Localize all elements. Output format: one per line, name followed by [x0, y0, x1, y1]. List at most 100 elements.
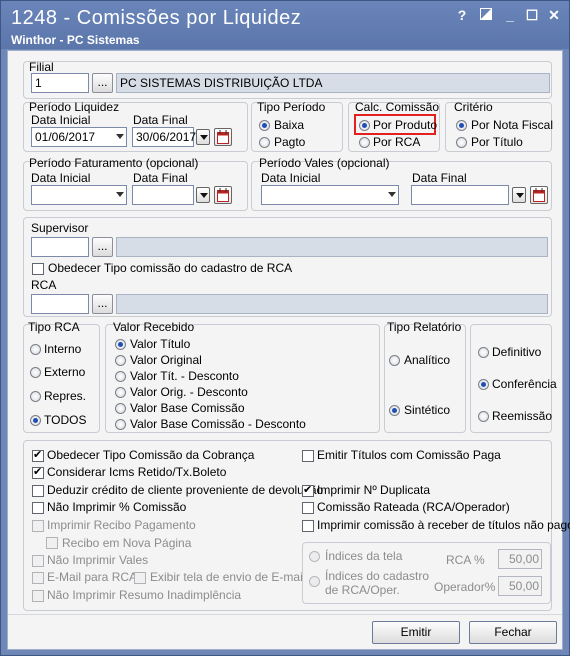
indices-cadastro-label: Índices do cadastro	[325, 569, 430, 583]
calendar-icon	[217, 188, 229, 202]
modo-group: Definitivo Conferência Reemissão	[470, 324, 557, 433]
maximize-button[interactable]: ☐	[523, 7, 541, 24]
radio-reemissao[interactable]	[478, 411, 489, 422]
criterio-label: Critério	[454, 100, 493, 114]
calc-comissao-label: Calc. Comissão	[355, 100, 440, 114]
periodo-liquidez-label: Período Liquidez	[29, 100, 120, 114]
radio-sintetico[interactable]	[389, 405, 400, 416]
radio-indices-cadastro[interactable]	[309, 576, 320, 587]
valor-orig-desconto-label: Valor Orig. - Desconto	[130, 385, 248, 399]
liquidez-final-input[interactable]: 30/06/2017	[132, 127, 196, 147]
imprimir-recibo-checkbox[interactable]	[32, 520, 44, 532]
radio-externo[interactable]	[30, 367, 41, 378]
rca-name-field	[116, 294, 548, 314]
sintetico-label: Sintético	[404, 403, 451, 417]
nao-imprimir-comissao-checkbox[interactable]	[32, 502, 44, 514]
tipo-rca-label: Tipo RCA	[28, 320, 80, 334]
supervisor-code-input[interactable]	[31, 237, 89, 257]
chevron-down-icon	[388, 192, 396, 197]
calendar-button[interactable]	[530, 186, 548, 204]
rca-percent-input[interactable]: 50,00	[498, 549, 542, 569]
radio-por-titulo[interactable]	[456, 137, 467, 148]
valor-tit-desconto-label: Valor Tít. - Desconto	[130, 369, 239, 383]
radio-valor-original[interactable]	[115, 355, 126, 366]
supervisor-group: Supervisor ... Obedecer Tipo comissão do…	[23, 217, 552, 317]
email-rca-checkbox[interactable]	[32, 572, 44, 584]
rca-percent-value: 50,00	[509, 552, 540, 566]
radio-analitico[interactable]	[389, 355, 400, 366]
reemissao-label: Reemissão	[492, 409, 553, 423]
supervisor-name-field	[116, 237, 548, 257]
radio-por-nota-fiscal[interactable]	[456, 120, 467, 131]
email-rca-label: E-Mail para RCA	[47, 570, 138, 584]
filial-browse-button[interactable]: ...	[92, 73, 113, 93]
emitir-button[interactable]: Emitir	[372, 621, 460, 644]
radio-interno[interactable]	[30, 344, 41, 355]
liquidez-inicial-input[interactable]: 01/06/2017	[31, 127, 127, 147]
chevron-down-icon	[116, 192, 124, 197]
exibir-tela-email-checkbox[interactable]	[134, 572, 146, 584]
radio-valor-base-comissao[interactable]	[115, 403, 126, 414]
minimize-button[interactable]: _	[501, 7, 519, 23]
emitir-titulos-checkbox[interactable]	[302, 450, 314, 462]
close-button[interactable]: ✕	[545, 7, 563, 24]
rca-browse-button[interactable]: ...	[92, 294, 113, 314]
comissao-rateada-checkbox[interactable]	[302, 502, 314, 514]
obedecer-tipo-rca-checkbox[interactable]	[32, 263, 44, 275]
repres-label: Repres.	[44, 389, 87, 403]
faturamento-final-input[interactable]	[132, 185, 194, 205]
help-button[interactable]: ?	[453, 7, 471, 23]
radio-valor-orig-desconto[interactable]	[115, 387, 126, 398]
imprimir-duplicata-checkbox[interactable]	[302, 483, 314, 497]
conferencia-label: Conferência	[492, 377, 557, 391]
valor-base-comissao-desconto-label: Valor Base Comissão - Desconto	[130, 417, 306, 431]
vales-inicial-input[interactable]	[261, 185, 399, 205]
nao-imprimir-resumo-checkbox[interactable]	[32, 590, 44, 602]
por-rca-label: Por RCA	[373, 135, 421, 149]
emitir-titulos-label: Emitir Títulos com Comissão Paga	[317, 448, 501, 462]
radio-por-produto[interactable]	[359, 120, 370, 131]
radio-valor-base-comissao-desconto[interactable]	[115, 419, 126, 430]
radio-repres[interactable]	[30, 391, 41, 402]
radio-por-rca[interactable]	[359, 137, 370, 148]
radio-baixa[interactable]	[259, 120, 270, 131]
faturamento-inicial-input[interactable]	[31, 185, 127, 205]
obedecer-tipo-comissao-checkbox[interactable]	[32, 448, 44, 462]
filial-code-input[interactable]: 1	[31, 73, 89, 93]
faturamento-final-dropdown[interactable]	[196, 187, 210, 203]
radio-valor-tit-desconto[interactable]	[115, 371, 126, 382]
filial-label: Filial	[29, 60, 54, 74]
filial-name-field: PC SISTEMAS DISTRIBUIÇÃO LTDA	[116, 73, 550, 93]
criterio-group: Critério Por Nota Fiscal Por Título	[445, 100, 554, 152]
faturamento-inicial-label: Data Inicial	[31, 171, 91, 185]
chevron-down-icon	[116, 134, 124, 139]
radio-definitivo[interactable]	[478, 347, 489, 358]
radio-valor-titulo[interactable]	[115, 339, 126, 350]
restore-button[interactable]	[477, 7, 495, 23]
radio-conferencia[interactable]	[478, 379, 489, 390]
vales-final-input[interactable]	[411, 185, 509, 205]
supervisor-browse-button[interactable]: ...	[92, 237, 113, 257]
operador-percent-input[interactable]: 50,00	[498, 576, 542, 596]
window-title: 1248 - Comissões por Liquidez	[11, 7, 302, 29]
vales-final-dropdown[interactable]	[512, 187, 526, 203]
imprimir-comissao-receber-checkbox[interactable]	[302, 520, 314, 532]
fechar-button[interactable]: Fechar	[469, 621, 557, 644]
main-window: 1248 - Comissões por Liquidez Winthor - …	[0, 0, 570, 656]
radio-pagto[interactable]	[259, 137, 270, 148]
liquidez-final-dropdown[interactable]	[196, 129, 210, 145]
nao-imprimir-vales-checkbox[interactable]	[32, 555, 44, 567]
operador-percent-value: 50,00	[509, 579, 540, 593]
radio-todos[interactable]	[30, 415, 41, 426]
deduzir-credito-checkbox[interactable]	[32, 485, 44, 497]
radio-indices-tela[interactable]	[309, 551, 320, 562]
tipo-relatorio-label: Tipo Relatório	[387, 320, 462, 334]
interno-label: Interno	[44, 342, 82, 356]
recibo-nova-pagina-checkbox[interactable]	[46, 537, 58, 549]
calendar-button[interactable]	[214, 186, 232, 204]
por-nota-fiscal-label: Por Nota Fiscal	[471, 118, 554, 132]
rca-code-input[interactable]	[31, 294, 89, 314]
calendar-button[interactable]	[214, 128, 232, 146]
recibo-nova-pagina-label: Recibo em Nova Página	[62, 536, 192, 550]
considerar-icms-checkbox[interactable]	[32, 465, 44, 479]
